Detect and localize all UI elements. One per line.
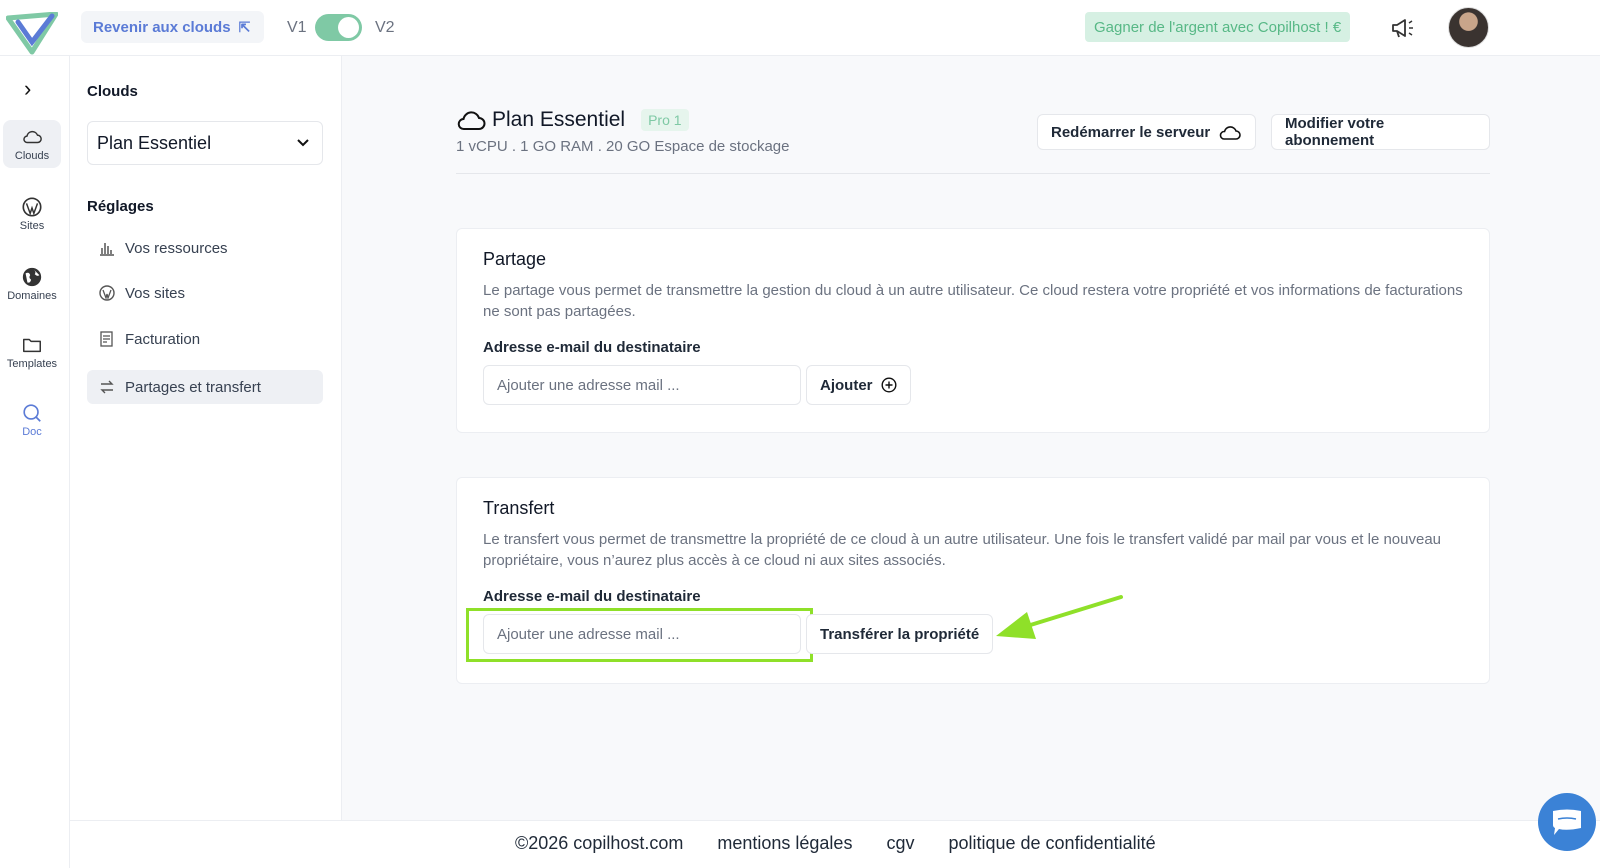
footer-link-privacy[interactable]: politique de confidentialité <box>948 833 1155 854</box>
transfer-ownership-label: Transférer la propriété <box>820 625 980 643</box>
rail-item-clouds[interactable]: Clouds <box>3 120 61 168</box>
sidebar-item-label: Vos ressources <box>125 239 228 257</box>
main-content: Plan Essentiel Pro 1 1 vCPU . 1 GO RAM .… <box>342 56 1600 820</box>
clouds-heading: Clouds <box>87 83 138 100</box>
sharing-card: Partage Le partage vous permet de transm… <box>456 228 1490 433</box>
cloud-select-value: Plan Essentiel <box>97 132 212 153</box>
pointer-arrow-icon <box>996 595 1123 639</box>
icon-rail: › Clouds Sites Domaines Templates Doc <box>0 56 70 868</box>
earn-money-link[interactable]: Gagner de l'argent avec Copilhost ! € <box>1085 12 1351 42</box>
restart-server-label: Redémarrer le serveur <box>1051 123 1211 141</box>
plan-title-row: Plan Essentiel Pro 1 <box>456 108 689 132</box>
transfer-card: Transfert Le transfert vous permet de tr… <box>456 477 1490 684</box>
sharing-email-input[interactable] <box>483 365 801 405</box>
add-share-label: Ajouter <box>820 376 873 394</box>
search-icon <box>23 404 41 422</box>
sharing-email-label: Adresse e-mail du destinataire <box>483 339 701 356</box>
sidebar-item-sites[interactable]: Vos sites <box>87 276 323 310</box>
sharing-title: Partage <box>483 249 547 269</box>
rail-item-templates[interactable]: Templates <box>3 328 61 376</box>
plus-circle-icon <box>880 377 897 393</box>
version-v2-label: V2 <box>375 19 395 36</box>
back-to-clouds-button[interactable]: Revenir aux clouds ⇱ <box>81 11 265 43</box>
swap-icon <box>100 380 114 394</box>
sidebar-item-label: Partages et transfert <box>125 378 261 396</box>
sidebar-item-resources[interactable]: Vos ressources <box>87 231 323 265</box>
chat-button[interactable] <box>1538 793 1596 851</box>
plan-title: Plan Essentiel <box>492 108 626 131</box>
rail-item-label: Clouds <box>14 150 50 162</box>
cloud-icon <box>457 111 486 130</box>
footer-link-legal[interactable]: mentions légales <box>717 833 852 854</box>
sidebar-item-billing[interactable]: Facturation <box>87 322 323 356</box>
plan-specs: 1 vCPU . 1 GO RAM . 20 GO Espace de stoc… <box>456 138 790 155</box>
add-share-button[interactable]: Ajouter <box>806 365 911 405</box>
modify-subscription-button[interactable]: Modifier votre abonnement <box>1271 114 1490 150</box>
transfer-email-input[interactable] <box>483 614 801 654</box>
copyright-text: ©2026 copilhost.com <box>515 833 684 853</box>
chevron-down-icon <box>297 139 309 147</box>
folder-icon <box>23 338 41 353</box>
chat-icon <box>1553 809 1581 835</box>
restart-server-button[interactable]: Redémarrer le serveur <box>1037 114 1257 150</box>
invoice-icon <box>100 331 113 347</box>
user-avatar[interactable] <box>1448 7 1489 48</box>
sidebar-item-sharing-transfer[interactable]: Partages et transfert <box>87 370 323 404</box>
version-toggle[interactable] <box>315 14 362 41</box>
rail-item-label: Templates <box>6 358 58 370</box>
sidebar-item-label: Facturation <box>125 330 201 348</box>
cloud-icon <box>1219 126 1242 140</box>
sharing-description: Le partage vous permet de transmettre la… <box>483 282 1463 320</box>
wordpress-icon <box>22 197 42 217</box>
back-to-clouds-label: Revenir aux clouds <box>93 18 231 36</box>
plan-badge: Pro 1 <box>641 109 689 131</box>
plan-header: Plan Essentiel Pro 1 1 vCPU . 1 GO RAM .… <box>456 106 1490 174</box>
rail-item-doc[interactable]: Doc <box>3 396 61 444</box>
transfer-description: Le transfert vous permet de transmettre … <box>483 531 1442 569</box>
sidebar-item-label: Vos sites <box>125 284 186 302</box>
copilhost-logo[interactable] <box>6 12 58 56</box>
footer: ©2026 copilhost.com mentions légales cgv… <box>70 820 1600 868</box>
modify-subscription-label: Modifier votre abonnement <box>1285 115 1385 149</box>
footer-links: ©2026 copilhost.com mentions légales cgv… <box>515 833 1156 854</box>
rail-item-sites[interactable]: Sites <box>3 190 61 238</box>
globe-icon <box>22 267 42 287</box>
megaphone-icon[interactable] <box>1390 15 1416 41</box>
top-bar: Revenir aux clouds ⇱ V1 V2 Gagner de l'a… <box>0 0 1600 56</box>
transfer-email-label: Adresse e-mail du destinataire <box>483 588 701 605</box>
toggle-knob <box>338 17 359 38</box>
transfer-ownership-button[interactable]: Transférer la propriété <box>806 614 994 654</box>
rail-item-domaines[interactable]: Domaines <box>3 260 61 308</box>
arrow-up-left-icon: ⇱ <box>238 18 251 35</box>
expand-chevron-icon[interactable]: › <box>24 76 31 102</box>
version-v1-label: V1 <box>287 19 307 36</box>
sidebar: Clouds Plan Essentiel Réglages Vos resso… <box>70 56 342 820</box>
rail-item-label: Domaines <box>7 290 57 302</box>
cloud-icon <box>23 130 42 144</box>
footer-link-cgv[interactable]: cgv <box>886 833 914 854</box>
rail-item-label: Sites <box>19 220 45 232</box>
settings-heading: Réglages <box>87 198 154 215</box>
cloud-select[interactable]: Plan Essentiel <box>87 121 323 165</box>
rail-item-label: Doc <box>22 426 42 438</box>
bar-chart-icon <box>100 243 114 256</box>
transfer-title: Transfert <box>483 498 555 518</box>
wordpress-icon <box>99 285 115 301</box>
